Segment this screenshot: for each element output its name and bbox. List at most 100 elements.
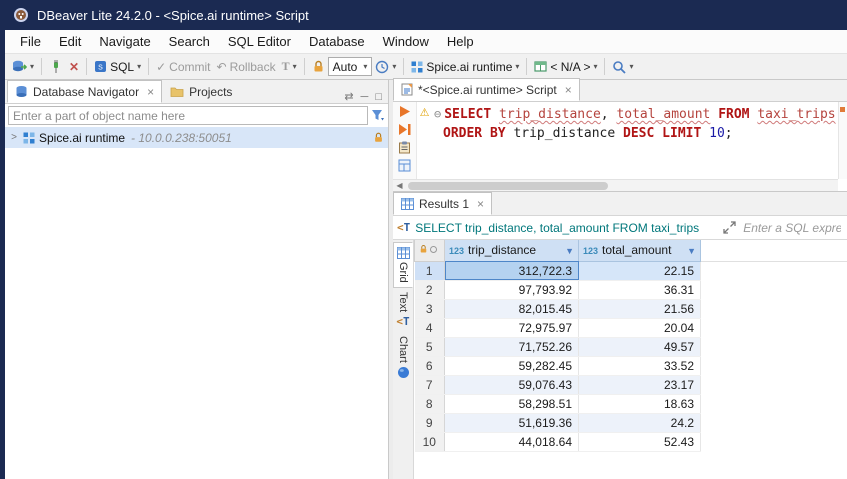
fold-collapse-icon[interactable]: ⊖ [434, 107, 441, 121]
dropdown-icon[interactable]: ▾ [30, 62, 34, 71]
close-icon[interactable]: × [477, 197, 484, 211]
menu-window[interactable]: Window [374, 32, 438, 51]
row-number[interactable]: 6 [415, 356, 445, 375]
cell[interactable]: 44,018.64 [445, 432, 579, 451]
row-number[interactable]: 9 [415, 413, 445, 432]
sql-line[interactable]: ORDER BY trip_distance DESC LIMIT 10; [434, 124, 843, 143]
scrollbar-thumb[interactable] [408, 182, 608, 190]
connect-button[interactable] [46, 58, 66, 76]
sql-code-area[interactable]: ⊖SELECT trip_distance, total_amount FROM… [432, 102, 847, 191]
chevron-right-icon[interactable]: > [9, 132, 19, 143]
rollback-button[interactable]: ↶ Rollback [214, 58, 279, 76]
close-icon[interactable]: × [147, 85, 154, 99]
menu-help[interactable]: Help [438, 32, 483, 51]
menu-search[interactable]: Search [160, 32, 219, 51]
grid-header-row: 123trip_distance ▼ 123total_amount ▼ [415, 240, 847, 261]
dropdown-icon[interactable]: ▾ [293, 62, 297, 71]
cell[interactable]: 72,975.97 [445, 318, 579, 337]
clock-icon [375, 60, 389, 74]
cell[interactable]: 97,793.92 [445, 280, 579, 299]
menu-sql-editor[interactable]: SQL Editor [219, 32, 300, 51]
row-number[interactable]: 4 [415, 318, 445, 337]
tab-database-navigator[interactable]: Database Navigator × [7, 80, 162, 103]
commit-label: Commit [169, 60, 210, 74]
execute-statement-button[interactable] [398, 105, 411, 118]
results-filter-input[interactable] [741, 220, 843, 236]
execute-script-button[interactable] [398, 123, 411, 136]
cell[interactable]: 33.52 [579, 356, 701, 375]
active-schema-combo[interactable]: < N/A > ▾ [531, 58, 600, 76]
cell[interactable]: 59,282.45 [445, 356, 579, 375]
cell[interactable]: 36.31 [579, 280, 701, 299]
link-editor-icon[interactable]: ⇄ [344, 90, 353, 103]
cell[interactable]: 58,298.51 [445, 394, 579, 413]
sql-text-icon: <T [397, 221, 410, 234]
tab-chart[interactable]: Chart [393, 332, 413, 383]
grid-corner-cell[interactable] [415, 240, 445, 261]
cell[interactable]: 18.63 [579, 394, 701, 413]
menu-edit[interactable]: Edit [50, 32, 90, 51]
cell[interactable]: 21.56 [579, 299, 701, 318]
column-header-total-amount[interactable]: 123total_amount ▼ [579, 240, 701, 261]
row-number[interactable]: 3 [415, 299, 445, 318]
menu-navigate[interactable]: Navigate [90, 32, 159, 51]
search-button[interactable]: ▾ [609, 58, 636, 76]
tree-item-connection[interactable]: > Spice.ai runtime - 10.0.0.238:50051 [5, 127, 388, 148]
row-number[interactable]: 8 [415, 394, 445, 413]
maximize-icon[interactable]: □ [375, 91, 382, 103]
sql-editor-button[interactable]: S SQL ▾ [91, 58, 144, 76]
transaction-mode-button[interactable]: T ▾ [279, 57, 300, 76]
minimize-icon[interactable]: ─ [361, 91, 369, 103]
menu-database[interactable]: Database [300, 32, 374, 51]
cell[interactable]: 22.15 [579, 261, 701, 280]
row-number[interactable]: 7 [415, 375, 445, 394]
sql-button-label[interactable]: SQL [110, 60, 134, 74]
table-row: 472,975.9720.04 [415, 318, 847, 337]
active-connection-combo[interactable]: Spice.ai runtime ▾ [408, 58, 522, 76]
disconnect-button[interactable]: ✕ [66, 58, 82, 76]
dropdown-icon[interactable]: ▾ [629, 62, 633, 71]
filter-funnel-icon[interactable] [371, 109, 385, 122]
isolation-button[interactable] [309, 58, 328, 75]
tab-grid[interactable]: Grid [393, 242, 413, 288]
tab-results-1[interactable]: Results 1 × [393, 192, 492, 215]
cell[interactable]: 24.2 [579, 413, 701, 432]
auto-commit-combo[interactable]: Auto ▾ [328, 57, 373, 76]
row-number[interactable]: 1 [415, 261, 445, 280]
explain-plan-button[interactable] [398, 141, 411, 154]
cell[interactable]: 71,752.26 [445, 337, 579, 356]
menu-file[interactable]: File [11, 32, 50, 51]
tab-sql-script[interactable]: *<Spice.ai runtime> Script × [393, 78, 580, 101]
close-icon[interactable]: × [565, 83, 572, 97]
navigator-filter-input[interactable] [8, 106, 368, 125]
cell[interactable]: 312,722.3 [445, 261, 579, 280]
overview-ruler [838, 102, 847, 179]
sort-desc-icon[interactable]: ▼ [687, 246, 696, 256]
separator [148, 58, 149, 75]
cell[interactable]: 52.43 [579, 432, 701, 451]
row-number[interactable]: 10 [415, 432, 445, 451]
editor-hscrollbar[interactable]: ◀ [393, 179, 838, 191]
commit-button[interactable]: ✓ Commit [153, 58, 213, 76]
cell[interactable]: 20.04 [579, 318, 701, 337]
tab-projects[interactable]: Projects [162, 80, 240, 103]
dropdown-icon[interactable]: ▾ [137, 62, 141, 71]
cell[interactable]: 51,619.36 [445, 413, 579, 432]
row-number[interactable]: 5 [415, 337, 445, 356]
scroll-left-icon[interactable]: ◀ [393, 181, 406, 190]
expand-icon[interactable] [723, 221, 736, 234]
lock-icon [373, 132, 384, 143]
row-number[interactable]: 2 [415, 280, 445, 299]
column-header-trip-distance[interactable]: 123trip_distance ▼ [445, 240, 579, 261]
script-panel-button[interactable] [398, 159, 411, 172]
cell[interactable]: 23.17 [579, 375, 701, 394]
tab-text[interactable]: Text <T [393, 288, 413, 332]
cell[interactable]: 49.57 [579, 337, 701, 356]
sql-line[interactable]: ⊖SELECT trip_distance, total_amount FROM… [434, 105, 843, 124]
query-history-button[interactable]: ▾ [372, 58, 399, 76]
dropdown-icon[interactable]: ▾ [392, 62, 396, 71]
cell[interactable]: 82,015.45 [445, 299, 579, 318]
connection-button[interactable]: ▾ [9, 57, 37, 76]
cell[interactable]: 59,076.43 [445, 375, 579, 394]
sort-desc-icon[interactable]: ▼ [565, 246, 574, 256]
